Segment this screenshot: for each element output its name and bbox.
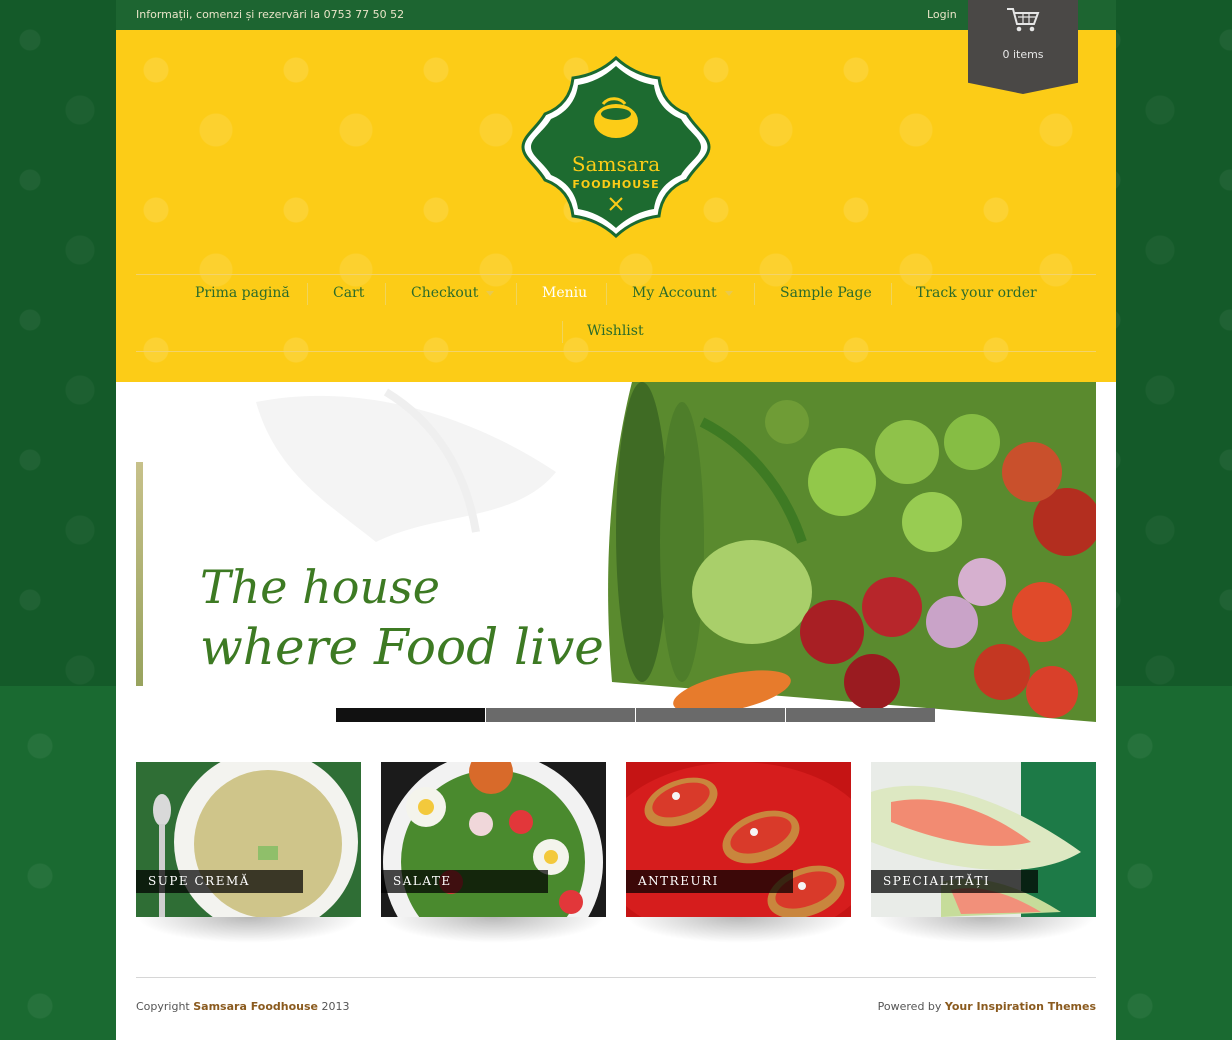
login-link[interactable]: Login (927, 8, 957, 21)
logo-name: Samsara (571, 152, 661, 176)
category-tile-starters[interactable]: ANTREURI (626, 762, 851, 917)
cream-soup-image (136, 762, 361, 917)
nav-item-my-account[interactable]: My Account (632, 285, 733, 305)
nav-item-home[interactable]: Prima pagină (195, 285, 290, 305)
nav-item-sample-page[interactable]: Sample Page (780, 285, 872, 305)
top-bar: Informații, comenzi și rezervări la 0753… (116, 0, 1116, 30)
tile-shadow (136, 917, 361, 943)
nav-item-menu[interactable]: Meniu (542, 285, 587, 305)
nav-item-track-order[interactable]: Track your order (916, 285, 1037, 305)
page-container: Samsara FOODHOUSE 0 items Prima pagină C… (116, 0, 1116, 1040)
footer-powered-by: Powered by Your Inspiration Themes (878, 1000, 1096, 1013)
category-label: SUPE CREMĂ (136, 870, 303, 893)
cart-item-count: 0 items (1002, 48, 1044, 61)
copyright-year: 2013 (321, 1000, 350, 1013)
nav-item-label: My Account (632, 285, 717, 301)
category-tile-specialties[interactable]: SPECIALITĂȚI (871, 762, 1096, 917)
nav-divider (754, 283, 755, 305)
nav-row: Prima pagină Cart Checkout Meniu My Acco… (136, 275, 1096, 313)
footer-theme-link[interactable]: Your Inspiration Themes (945, 1000, 1096, 1013)
main-navigation: Prima pagină Cart Checkout Meniu My Acco… (136, 274, 1096, 352)
chevron-down-icon (724, 290, 733, 296)
hero-slider: The house where Food lives (136, 382, 1096, 722)
slider-dot[interactable] (336, 708, 485, 722)
nav-item-label: Checkout (411, 285, 479, 301)
nav-divider (307, 283, 308, 305)
nav-divider (562, 321, 563, 343)
chevron-down-icon (486, 290, 495, 296)
category-tile-soups[interactable]: SUPE CREMĂ (136, 762, 361, 917)
copyright-prefix: Copyright (136, 1000, 190, 1013)
nav-item-wishlist[interactable]: Wishlist (587, 323, 644, 343)
salad-image (381, 762, 606, 917)
nav-divider (385, 283, 386, 305)
nav-item-cart[interactable]: Cart (333, 285, 364, 305)
category-tile-salads[interactable]: SALATE (381, 762, 606, 917)
nav-divider (606, 283, 607, 305)
tile-shadow (626, 917, 851, 943)
slider-pagination (336, 708, 936, 722)
slider-dot[interactable] (486, 708, 635, 722)
category-tiles: SUPE CREMĂ SALATE ANTREURI SPECIALITĂȚI (136, 762, 1096, 943)
vegetables-image (602, 382, 1096, 722)
tile-shadow (871, 917, 1096, 943)
shopping-cart-icon (1007, 8, 1040, 32)
contact-info: Informații, comenzi și rezervări la 0753… (136, 8, 405, 21)
specialties-image (871, 762, 1096, 917)
category-label: SALATE (381, 870, 548, 893)
category-label: SPECIALITĂȚI (871, 870, 1038, 893)
cart-widget[interactable]: 0 items (968, 0, 1078, 94)
site-logo[interactable]: Samsara FOODHOUSE (521, 55, 711, 239)
slider-dot[interactable] (636, 708, 785, 722)
category-label: ANTREURI (626, 870, 793, 893)
site-header: Samsara FOODHOUSE 0 items Prima pagină C… (116, 0, 1116, 382)
logo-utensils-icon (609, 197, 623, 211)
starters-image (626, 762, 851, 917)
nav-divider (516, 283, 517, 305)
nav-item-checkout[interactable]: Checkout (411, 285, 495, 305)
hero-headline-line1: The house (200, 560, 440, 614)
nav-divider (891, 283, 892, 305)
footer-site-link[interactable]: Samsara Foodhouse (193, 1000, 318, 1013)
tile-shadow (381, 917, 606, 943)
powered-prefix: Powered by (877, 1000, 942, 1013)
slider-dot[interactable] (786, 708, 935, 722)
logo-subtitle: FOODHOUSE (572, 178, 660, 191)
nav-row: Wishlist (136, 313, 1096, 351)
footer-divider (136, 977, 1096, 978)
hero-headline-line2: where Food lives (200, 618, 630, 676)
footer-copyright: Copyright Samsara Foodhouse 2013 (136, 1000, 350, 1013)
